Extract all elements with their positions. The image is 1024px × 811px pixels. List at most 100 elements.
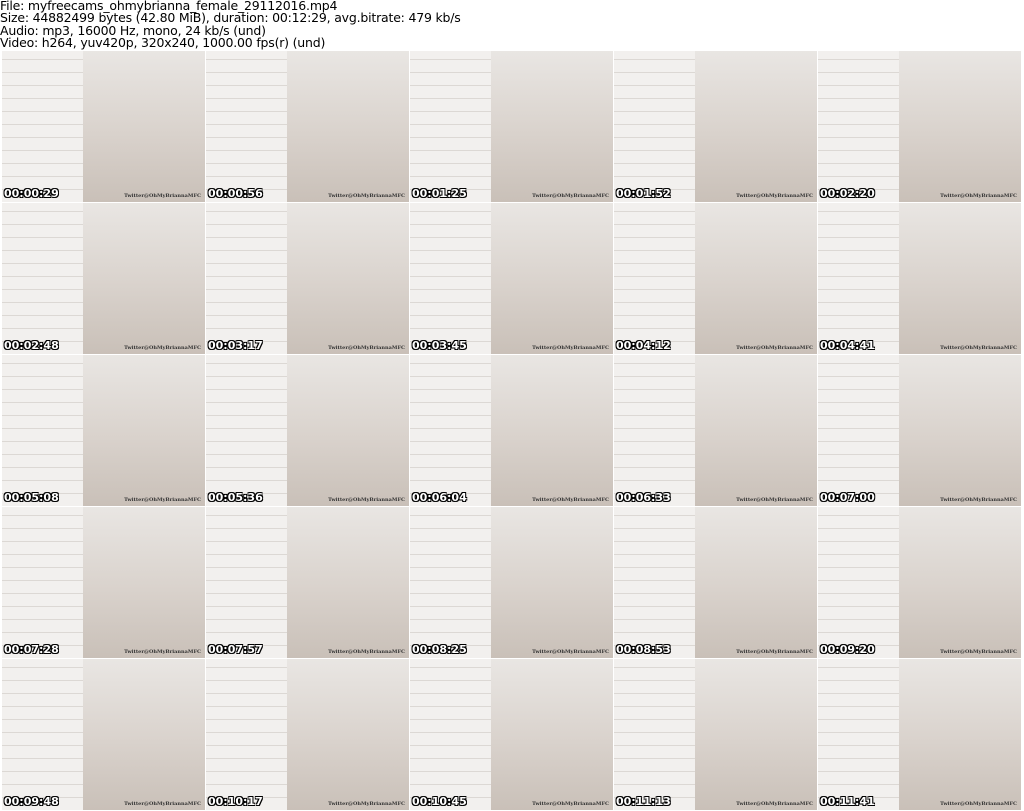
thumbnail-timestamp: 00:09:20 (820, 643, 875, 656)
thumbnail-frame (614, 51, 696, 202)
video-thumbnail[interactable]: Twitter@OhMyBriannaMFC 00:02:48 (2, 203, 205, 354)
video-thumbnail[interactable]: Twitter@OhMyBriannaMFC 00:10:17 (206, 659, 409, 810)
video-thumbnail[interactable]: Twitter@OhMyBriannaMFC 00:04:41 (818, 203, 1021, 354)
watermark: Twitter@OhMyBriannaMFC (328, 801, 405, 807)
thumbnail-frame (410, 203, 492, 354)
watermark: Twitter@OhMyBriannaMFC (940, 193, 1017, 199)
thumbnail-timestamp: 00:06:33 (616, 491, 671, 504)
thumbnail-timestamp: 00:10:17 (208, 795, 263, 808)
thumbnail-timestamp: 00:04:12 (616, 339, 671, 352)
watermark: Twitter@OhMyBriannaMFC (124, 345, 201, 351)
watermark: Twitter@OhMyBriannaMFC (328, 649, 405, 655)
video-thumbnail[interactable]: Twitter@OhMyBriannaMFC 00:01:52 (614, 51, 817, 202)
video-thumbnail[interactable]: Twitter@OhMyBriannaMFC 00:07:57 (206, 507, 409, 658)
video-thumbnail[interactable]: Twitter@OhMyBriannaMFC 00:00:56 (206, 51, 409, 202)
thumbnail-timestamp: 00:04:41 (820, 339, 875, 352)
thumbnail-timestamp: 00:08:53 (616, 643, 671, 656)
video-thumbnail[interactable]: Twitter@OhMyBriannaMFC 00:06:04 (410, 355, 613, 506)
thumbnail-frame (818, 51, 900, 202)
thumbnail-frame (410, 51, 492, 202)
watermark: Twitter@OhMyBriannaMFC (736, 345, 813, 351)
thumbnail-frame (2, 203, 84, 354)
video-thumbnail[interactable]: Twitter@OhMyBriannaMFC 00:09:20 (818, 507, 1021, 658)
watermark: Twitter@OhMyBriannaMFC (532, 801, 609, 807)
thumbnail-timestamp: 00:07:00 (820, 491, 875, 504)
video-thumbnail[interactable]: Twitter@OhMyBriannaMFC 00:10:45 (410, 659, 613, 810)
video-info-line: Video: h264, yuv420p, 320x240, 1000.00 f… (0, 34, 326, 50)
thumbnail-timestamp: 00:07:57 (208, 643, 263, 656)
file-info-header: File: myfreecams_ohmybrianna_female_2911… (0, 0, 461, 49)
thumbnail-timestamp: 00:02:48 (4, 339, 59, 352)
video-thumbnail[interactable]: Twitter@OhMyBriannaMFC 00:09:48 (2, 659, 205, 810)
watermark: Twitter@OhMyBriannaMFC (532, 345, 609, 351)
video-thumbnail[interactable]: Twitter@OhMyBriannaMFC 00:05:36 (206, 355, 409, 506)
video-thumbnail[interactable]: Twitter@OhMyBriannaMFC 00:08:25 (410, 507, 613, 658)
watermark: Twitter@OhMyBriannaMFC (328, 193, 405, 199)
thumbnail-timestamp: 00:08:25 (412, 643, 467, 656)
video-thumbnail[interactable]: Twitter@OhMyBriannaMFC 00:06:33 (614, 355, 817, 506)
thumbnail-frame (614, 507, 696, 658)
video-thumbnail[interactable]: Twitter@OhMyBriannaMFC 00:11:41 (818, 659, 1021, 810)
thumbnail-timestamp: 00:11:41 (820, 795, 875, 808)
thumbnail-frame (818, 659, 900, 810)
thumbnail-timestamp: 00:09:48 (4, 795, 59, 808)
thumbnail-frame (2, 507, 84, 658)
video-thumbnail[interactable]: Twitter@OhMyBriannaMFC 00:08:53 (614, 507, 817, 658)
thumbnail-frame (614, 203, 696, 354)
watermark: Twitter@OhMyBriannaMFC (940, 497, 1017, 503)
thumbnail-timestamp: 00:05:08 (4, 491, 59, 504)
video-thumbnail[interactable]: Twitter@OhMyBriannaMFC 00:00:29 (2, 51, 205, 202)
watermark: Twitter@OhMyBriannaMFC (532, 497, 609, 503)
thumbnail-timestamp: 00:01:52 (616, 187, 671, 200)
thumbnail-timestamp: 00:10:45 (412, 795, 467, 808)
thumbnail-frame (614, 355, 696, 506)
thumbnail-frame (2, 659, 84, 810)
thumbnail-grid: Twitter@OhMyBriannaMFC 00:00:29 Twitter@Oh… (2, 51, 1021, 810)
thumbnail-frame (818, 355, 900, 506)
video-thumbnail[interactable]: Twitter@OhMyBriannaMFC 00:01:25 (410, 51, 613, 202)
video-thumbnail[interactable]: Twitter@OhMyBriannaMFC 00:02:20 (818, 51, 1021, 202)
thumbnail-frame (818, 203, 900, 354)
thumbnail-timestamp: 00:01:25 (412, 187, 467, 200)
thumbnail-frame (410, 659, 492, 810)
thumbnail-frame (206, 51, 288, 202)
thumbnail-timestamp: 00:06:04 (412, 491, 467, 504)
watermark: Twitter@OhMyBriannaMFC (940, 345, 1017, 351)
video-thumbnail[interactable]: Twitter@OhMyBriannaMFC 00:07:28 (2, 507, 205, 658)
watermark: Twitter@OhMyBriannaMFC (124, 497, 201, 503)
thumbnail-frame (410, 355, 492, 506)
thumbnail-timestamp: 00:00:29 (4, 187, 59, 200)
thumbnail-frame (410, 507, 492, 658)
watermark: Twitter@OhMyBriannaMFC (124, 649, 201, 655)
thumbnail-timestamp: 00:03:17 (208, 339, 263, 352)
watermark: Twitter@OhMyBriannaMFC (940, 649, 1017, 655)
watermark: Twitter@OhMyBriannaMFC (736, 649, 813, 655)
watermark: Twitter@OhMyBriannaMFC (328, 345, 405, 351)
watermark: Twitter@OhMyBriannaMFC (736, 497, 813, 503)
thumbnail-timestamp: 00:11:13 (616, 795, 671, 808)
video-thumbnail[interactable]: Twitter@OhMyBriannaMFC 00:05:08 (2, 355, 205, 506)
watermark: Twitter@OhMyBriannaMFC (532, 193, 609, 199)
thumbnail-timestamp: 00:07:28 (4, 643, 59, 656)
watermark: Twitter@OhMyBriannaMFC (532, 649, 609, 655)
thumbnail-frame (818, 507, 900, 658)
video-thumbnail[interactable]: Twitter@OhMyBriannaMFC 00:07:00 (818, 355, 1021, 506)
thumbnail-frame (206, 507, 288, 658)
watermark: Twitter@OhMyBriannaMFC (736, 193, 813, 199)
thumbnail-timestamp: 00:05:36 (208, 491, 263, 504)
watermark: Twitter@OhMyBriannaMFC (124, 801, 201, 807)
thumbnail-frame (206, 355, 288, 506)
watermark: Twitter@OhMyBriannaMFC (124, 193, 201, 199)
thumbnail-frame (614, 659, 696, 810)
thumbnail-frame (2, 355, 84, 506)
video-thumbnail[interactable]: Twitter@OhMyBriannaMFC 00:11:13 (614, 659, 817, 810)
thumbnail-timestamp: 00:00:56 (208, 187, 263, 200)
video-thumbnail[interactable]: Twitter@OhMyBriannaMFC 00:03:45 (410, 203, 613, 354)
video-thumbnail[interactable]: Twitter@OhMyBriannaMFC 00:04:12 (614, 203, 817, 354)
thumbnail-frame (206, 203, 288, 354)
thumbnail-frame (206, 659, 288, 810)
watermark: Twitter@OhMyBriannaMFC (328, 497, 405, 503)
watermark: Twitter@OhMyBriannaMFC (940, 801, 1017, 807)
thumbnail-frame (2, 51, 84, 202)
video-thumbnail[interactable]: Twitter@OhMyBriannaMFC 00:03:17 (206, 203, 409, 354)
